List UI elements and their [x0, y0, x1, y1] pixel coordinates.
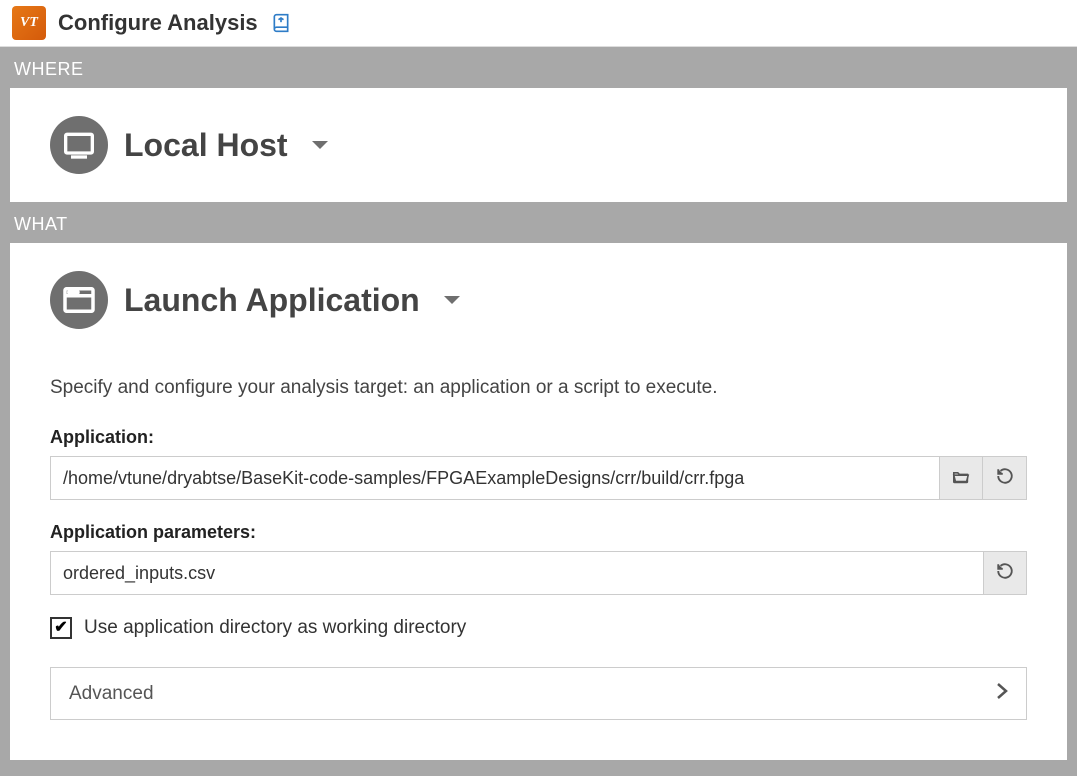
- page-title: Configure Analysis: [58, 10, 258, 36]
- chevron-right-icon: [996, 682, 1008, 705]
- vtune-logo-icon: VT: [12, 6, 46, 40]
- title-bar: VT Configure Analysis: [0, 0, 1077, 47]
- use-app-dir-label: Use application directory as working dir…: [84, 617, 466, 639]
- help-icon[interactable]: [270, 13, 292, 33]
- what-description: Specify and configure your analysis targ…: [50, 377, 1027, 399]
- folder-open-icon: [951, 468, 971, 489]
- check-icon: ✔: [54, 620, 67, 636]
- undo-icon: [996, 467, 1014, 490]
- reset-parameters-button[interactable]: [983, 551, 1027, 595]
- where-panel: Local Host: [10, 88, 1067, 202]
- parameters-input-row: [50, 551, 1027, 595]
- application-input-row: [50, 456, 1027, 500]
- chevron-down-icon[interactable]: [310, 138, 330, 152]
- parameters-input[interactable]: [50, 551, 983, 595]
- advanced-label: Advanced: [69, 683, 154, 705]
- application-label: Application:: [50, 427, 1027, 448]
- what-panel: Launch Application Specify and configure…: [10, 243, 1067, 760]
- what-section-label: WHAT: [0, 202, 1077, 243]
- where-target-selector[interactable]: Local Host: [50, 116, 1027, 174]
- use-app-dir-checkbox[interactable]: ✔: [50, 617, 72, 639]
- parameters-label: Application parameters:: [50, 522, 1027, 543]
- what-mode-selector[interactable]: Launch Application: [50, 271, 1027, 329]
- application-window-icon: [50, 271, 108, 329]
- local-host-icon: [50, 116, 108, 174]
- reset-application-button[interactable]: [983, 456, 1027, 500]
- browse-button[interactable]: [939, 456, 983, 500]
- use-app-dir-row: ✔ Use application directory as working d…: [50, 617, 1027, 639]
- advanced-toggle[interactable]: Advanced: [50, 667, 1027, 720]
- application-input[interactable]: [50, 456, 939, 500]
- undo-icon: [996, 562, 1014, 585]
- what-mode-title: Launch Application: [124, 282, 420, 319]
- where-target-title: Local Host: [124, 127, 288, 164]
- where-section-label: WHERE: [0, 47, 1077, 88]
- chevron-down-icon[interactable]: [442, 293, 462, 307]
